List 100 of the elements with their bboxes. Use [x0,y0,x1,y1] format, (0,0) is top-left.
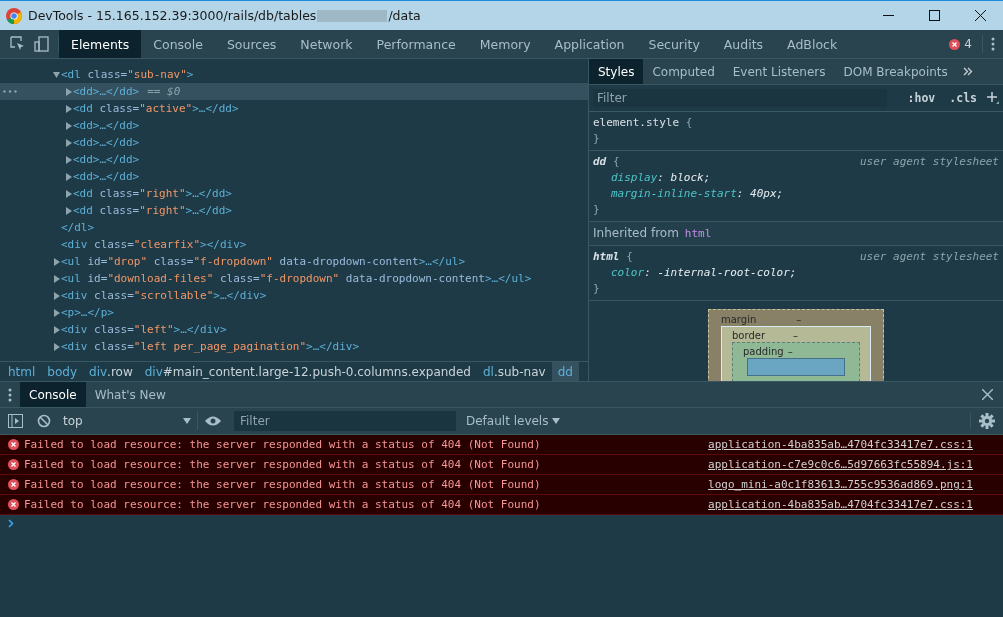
prompt-chevron-icon[interactable] [8,519,14,528]
device-toolbar-icon[interactable] [34,36,50,52]
css-selector: html { [593,249,633,265]
maximize-icon [928,10,940,21]
inherited-label: Inherited from [593,226,679,240]
clear-console-icon[interactable] [37,414,51,428]
element-node[interactable]: <div class="clearfix"></div> [61,238,247,251]
element-node[interactable]: <ul id="drop" class="f-dropdown" data-dropdown-content>…</ul> [61,255,466,268]
css-declaration[interactable]: color: -internal-root-color; [611,266,797,279]
expanded-triangle-icon[interactable] [53,70,60,79]
new-rule-icon[interactable] [987,92,999,104]
sidebar-tab[interactable]: Event Listeners [723,59,835,84]
element-node[interactable]: <dd class="right">…</dd> [73,187,232,200]
eye-icon[interactable] [204,415,222,427]
css-selector: element.style { [593,115,693,131]
breadcrumb[interactable]: html [2,362,42,381]
source-link[interactable]: application-4ba835ab…4704fc33417e7.css:1 [708,498,973,511]
collapsed-triangle-icon[interactable] [53,257,60,266]
node-reference: == $0 [147,85,181,98]
drawer-tab[interactable]: Console [20,382,86,407]
error-icon [8,459,19,470]
collapsed-triangle-icon[interactable] [65,189,72,198]
breadcrumb[interactable]: div.row [83,362,139,381]
collapsed-triangle-icon[interactable] [53,325,60,334]
styles-filter-field[interactable]: Filter [593,89,887,107]
breadcrumb[interactable]: body [41,362,84,381]
css-selector: dd { [593,154,620,170]
element-node[interactable]: <dd>…</dd> [73,85,140,98]
panel-tab[interactable]: Sources [214,30,289,58]
panel-tab[interactable]: Elements [59,30,142,58]
drawer-tab[interactable]: What's New [85,382,175,407]
source-link[interactable]: application-c7e9c0c6…5d97663fc55894.js:1 [708,458,973,471]
element-node[interactable]: <dd>…</dd> [73,153,140,166]
error-message: Failed to load resource: the server responded with a status of 404 (Not Found) [24,438,541,451]
source-link[interactable]: logo_mini-a0c1f83613…755c9536ad869.png:1 [708,478,973,491]
collapsed-triangle-icon[interactable] [65,138,72,147]
collapsed-triangle-icon[interactable] [65,121,72,130]
collapsed-triangle-icon[interactable] [53,342,60,351]
collapsed-triangle-icon[interactable] [65,155,72,164]
error-icon [949,38,961,50]
element-node[interactable]: <div class="left per_page_pagination">…</div> [61,340,360,353]
css-declaration[interactable]: margin-inline-start: 40px; [611,187,784,200]
error-icon [8,479,19,490]
collapsed-triangle-icon[interactable] [65,104,72,113]
context-dropdown[interactable]: top [57,412,198,430]
element-node[interactable]: <div class="scrollable">…</div> [61,289,267,302]
box-model-label: margin [721,313,757,325]
more-options-icon[interactable] [991,37,995,51]
panel-tab[interactable]: Performance [364,30,468,58]
element-node[interactable]: <div class="left">…</div> [61,323,227,336]
breadcrumb[interactable]: div#main_content.large-12.push-0.columns.expanded [138,362,477,381]
closing-brace: } [593,203,600,216]
log-levels-dropdown[interactable]: Default levels [462,414,561,428]
panel-tab[interactable]: Security [636,30,712,58]
window-title: DevTools - 15.165.152.39:3000/rails/db/tables [28,8,317,23]
element-node[interactable]: <dd>…</dd> [73,170,140,183]
panel-tab[interactable]: AdBlock [775,30,850,58]
sidebar-tab[interactable]: Computed [643,59,724,84]
more-tabs-icon[interactable] [962,67,973,76]
close-icon[interactable] [982,389,993,400]
error-count-badge[interactable]: 4 [939,30,982,58]
element-node[interactable]: <dl class="sub-nav"> [61,68,194,81]
collapsed-triangle-icon[interactable] [65,172,72,181]
sidebar-toggle-icon[interactable] [8,414,23,428]
panel-tab[interactable]: Network [288,30,365,58]
collapsed-triangle-icon[interactable] [65,206,72,215]
collapsed-triangle-icon[interactable] [65,87,72,96]
inspect-element-icon[interactable] [10,36,26,52]
sidebar-tab[interactable]: Styles [589,59,644,84]
inherited-source-link[interactable]: html [684,227,712,240]
settings-icon[interactable] [979,413,995,429]
element-node[interactable]: <p>…</p> [61,306,114,319]
css-declaration[interactable]: display: block; [611,171,711,184]
panel-tab[interactable]: Audits [711,30,776,58]
breadcrumb[interactable]: dl.sub-nav [477,362,552,381]
style-toggle-button[interactable]: .cls [945,91,981,105]
console-filter-field[interactable]: Filter [234,411,456,431]
panel-tab[interactable]: Application [542,30,637,58]
collapsed-triangle-icon[interactable] [53,308,60,317]
panel-tab[interactable]: Console [141,30,215,58]
dropdown-caret-icon [552,418,561,424]
more-options-icon[interactable] [3,90,17,93]
element-node[interactable]: <ul id="download-files" class="f-dropdown" data-dropdown-content>…</ul> [61,272,532,285]
rule-origin: user agent stylesheet [859,249,999,265]
element-node[interactable]: <dd>…</dd> [73,119,140,132]
box-model-label: border [732,329,765,341]
style-toggle-button[interactable]: :hov [903,91,940,105]
error-message: Failed to load resource: the server responded with a status of 404 (Not Found) [24,458,541,471]
panel-tab[interactable]: Memory [467,30,543,58]
element-node[interactable]: <dd>…</dd> [73,136,140,149]
collapsed-triangle-icon[interactable] [53,291,60,300]
breadcrumb[interactable]: dd [551,362,579,381]
drawer-menu-icon[interactable] [8,387,12,402]
sidebar-tab[interactable]: DOM Breakpoints [834,59,957,84]
error-message: Failed to load resource: the server responded with a status of 404 (Not Found) [24,478,541,491]
source-link[interactable]: application-4ba835ab…4704fc33417e7.css:1 [708,438,973,451]
collapsed-triangle-icon[interactable] [53,274,60,283]
closing-tag: </dl> [61,221,95,234]
element-node[interactable]: <dd class="active">…</dd> [73,102,239,115]
element-node[interactable]: <dd class="right">…</dd> [73,204,232,217]
